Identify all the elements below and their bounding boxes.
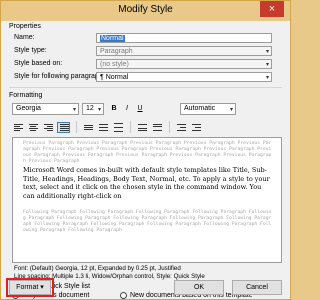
new-documents-radio[interactable] — [120, 292, 127, 299]
style-following-dropdown[interactable]: ¶ Normal — [96, 72, 272, 82]
one-half-spacing-icon[interactable] — [97, 122, 110, 133]
previous-paragraph-text: Previous Paragraph Previous Paragraph Pr… — [23, 141, 272, 164]
italic-button[interactable]: I — [121, 103, 133, 115]
style-preview: Previous Paragraph Previous Paragraph Pr… — [12, 137, 282, 263]
font-style-buttons: B I U — [108, 103, 156, 115]
modify-style-dialog: Modify Style × Properties Name: Normal S… — [0, 0, 291, 300]
name-label: Name: — [14, 34, 35, 41]
style-based-label: Style based on: — [14, 60, 63, 67]
style-type-dropdown[interactable]: Paragraph — [96, 46, 272, 56]
sample-text: Microsoft Word comes in-built with defau… — [23, 166, 270, 200]
increase-indent-icon[interactable] — [190, 122, 203, 133]
name-value: Normal — [100, 35, 125, 42]
close-button[interactable]: × — [260, 1, 284, 17]
format-button[interactable]: Format ▾ — [9, 280, 51, 295]
font-color-dropdown[interactable]: Automatic — [180, 103, 236, 115]
following-paragraph-text: Following Paragraph Following Paragraph … — [23, 210, 272, 233]
toolbar-separator — [169, 121, 170, 133]
toolbar-separator — [76, 121, 77, 133]
divider — [9, 87, 282, 88]
title-bar[interactable]: Modify Style × — [1, 1, 290, 21]
style-following-label: Style for following paragraph: — [14, 73, 105, 80]
style-based-dropdown[interactable]: (no style) — [96, 59, 272, 69]
description-line-1: Font: (Default) Georgia, 12 pt, Expanded… — [14, 265, 181, 272]
toolbar-separator — [130, 121, 131, 133]
align-right-icon[interactable] — [42, 122, 55, 133]
space-before-icon[interactable] — [136, 122, 149, 133]
align-center-icon[interactable] — [27, 122, 40, 133]
dialog-body: Properties Name: Normal Style type: Para… — [5, 21, 286, 299]
font-size-dropdown[interactable]: 12 — [82, 103, 104, 115]
bold-button[interactable]: B — [108, 103, 120, 115]
ok-button[interactable]: OK — [174, 280, 224, 295]
cancel-button[interactable]: Cancel — [232, 280, 282, 295]
font-dropdown[interactable]: Georgia — [12, 103, 79, 115]
formatting-section-label: Formatting — [9, 92, 43, 99]
paragraph-toolbar — [12, 121, 282, 134]
style-type-label: Style type: — [14, 47, 47, 54]
justify-icon[interactable] — [57, 122, 70, 133]
properties-section-label: Properties — [9, 23, 41, 30]
align-left-icon[interactable] — [12, 122, 25, 133]
window-title: Modify Style — [118, 4, 173, 15]
decrease-indent-icon[interactable] — [175, 122, 188, 133]
space-after-icon[interactable] — [151, 122, 164, 133]
double-spacing-icon[interactable] — [112, 122, 125, 133]
underline-button[interactable]: U — [134, 103, 146, 115]
single-spacing-icon[interactable] — [82, 122, 95, 133]
name-field[interactable]: Normal — [96, 33, 272, 43]
